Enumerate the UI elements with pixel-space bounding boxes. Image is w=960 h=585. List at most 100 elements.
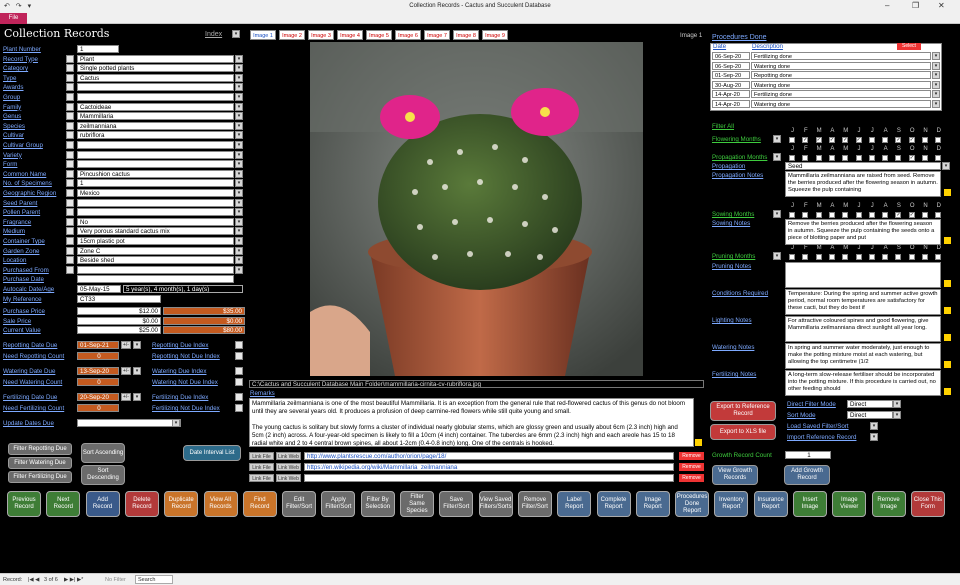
direct-filter-mode-field[interactable]: Direct — [847, 400, 893, 408]
not-due-index-checkbox[interactable] — [235, 352, 243, 360]
month-checkbox[interactable] — [895, 254, 902, 260]
month-checkbox[interactable] — [828, 155, 835, 161]
month-checkbox[interactable] — [895, 155, 902, 161]
price-value[interactable]: $0.00 — [77, 316, 161, 325]
chevron-down-icon[interactable]: ▾ — [172, 419, 180, 427]
field-value[interactable] — [77, 83, 234, 92]
field-lookup-button[interactable] — [66, 64, 74, 73]
field-lookup-button[interactable] — [66, 131, 74, 140]
field-lookup-button[interactable] — [66, 227, 74, 236]
field-lookup-button[interactable] — [66, 93, 74, 101]
bottom-action-button[interactable]: Delete Record — [124, 491, 159, 517]
close-icon[interactable]: ✕ — [938, 1, 945, 10]
month-checkbox[interactable] — [908, 254, 915, 260]
month-checkbox[interactable] — [855, 212, 862, 218]
field-value[interactable]: rubriflora — [77, 131, 234, 140]
update-dates-field[interactable] — [77, 419, 181, 427]
month-checkbox[interactable] — [935, 254, 942, 260]
field-value[interactable]: 1 — [77, 179, 234, 188]
month-checkbox[interactable]: ✓ — [842, 137, 849, 143]
field-value[interactable] — [77, 141, 234, 149]
index-label[interactable]: Index — [205, 30, 222, 39]
chevron-down-icon[interactable]: ▾ — [942, 162, 950, 170]
field-value[interactable] — [77, 265, 234, 274]
due-date-field[interactable]: 20-Sep-20 — [77, 393, 119, 401]
link-url-field[interactable] — [304, 474, 674, 482]
months-label[interactable]: Propagation Months — [712, 153, 767, 162]
month-checkbox[interactable] — [868, 254, 875, 260]
link-web-button[interactable]: Link Web — [276, 452, 301, 460]
month-checkbox[interactable]: ✓ — [908, 212, 915, 218]
field-lookup-button[interactable] — [66, 169, 74, 178]
chevron-down-icon[interactable]: ▾ — [932, 99, 940, 108]
field-lookup-button[interactable] — [66, 160, 74, 169]
bottom-action-button[interactable]: View All Records — [203, 491, 238, 517]
search-box[interactable]: Search — [135, 575, 173, 584]
month-checkbox[interactable] — [868, 155, 875, 161]
month-checkbox[interactable] — [935, 212, 942, 218]
field-value[interactable]: Single potted plants — [77, 64, 234, 73]
procedure-description[interactable]: Watering done — [751, 61, 931, 70]
chevron-down-icon[interactable]: ▾ — [235, 217, 243, 226]
month-checkbox[interactable] — [802, 155, 809, 161]
field-value[interactable]: zeilmanniana — [77, 121, 234, 130]
field-value[interactable]: Plant — [77, 54, 234, 63]
month-checkbox[interactable] — [855, 155, 862, 161]
notes-text[interactable]: Mammillaria zeilmanniana are raised from… — [785, 171, 941, 197]
notes-text[interactable]: Remove the berries produced after the fl… — [785, 219, 941, 245]
filter-indicator[interactable]: No Filter — [105, 577, 126, 583]
month-checkbox[interactable]: ✓ — [895, 137, 902, 143]
image-tab[interactable]: Image 1 — [250, 30, 276, 40]
months-label[interactable]: Flowering Months — [712, 135, 761, 144]
export-xls-button[interactable]: Export to XLS file — [710, 424, 776, 440]
chevron-down-icon[interactable]: ▾ — [235, 102, 243, 111]
image-tab[interactable]: Image 8 — [453, 30, 479, 40]
field-lookup-button[interactable] — [66, 217, 74, 226]
bottom-action-button[interactable]: Inventory Report — [714, 491, 749, 517]
field-lookup-button[interactable] — [66, 189, 74, 197]
chevron-down-icon[interactable]: ▾ — [235, 198, 243, 207]
price-value[interactable]: $25.00 — [77, 326, 161, 335]
bottom-action-button[interactable]: Insert Image — [793, 491, 827, 517]
image-tab[interactable]: Image 7 — [424, 30, 450, 40]
chevron-down-icon[interactable]: ▾ — [932, 61, 940, 70]
field-lookup-button[interactable] — [66, 121, 74, 130]
index-dropdown[interactable]: ▾ — [232, 30, 240, 38]
month-checkbox[interactable] — [842, 155, 849, 161]
price-value[interactable]: $12.00 — [77, 307, 161, 316]
bottom-action-button[interactable]: Edit Filter/Sort — [282, 491, 317, 517]
month-checkbox[interactable]: ✓ — [802, 137, 809, 143]
filter-due-button[interactable]: Filter Repotting Due — [8, 443, 72, 455]
field-value[interactable]: Beside shed — [77, 256, 234, 265]
month-checkbox[interactable] — [842, 254, 849, 260]
chevron-down-icon[interactable]: ▾ — [773, 210, 781, 218]
month-checkbox[interactable] — [789, 155, 795, 161]
filter-all-label[interactable]: Filter All — [712, 122, 734, 131]
field-lookup-button[interactable] — [66, 265, 74, 274]
field-value[interactable]: No — [77, 217, 234, 226]
month-checkbox[interactable] — [789, 212, 795, 218]
notes-text[interactable]: A long-term slow-release fertiliser shou… — [785, 370, 941, 396]
months-label[interactable]: Pruning Months — [712, 252, 755, 261]
chevron-down-icon[interactable]: ▾ — [235, 189, 243, 197]
month-checkbox[interactable] — [828, 212, 835, 218]
month-checkbox[interactable] — [815, 254, 822, 260]
field-lookup-button[interactable] — [66, 150, 74, 159]
month-checkbox[interactable] — [935, 155, 942, 161]
field-lookup-button[interactable] — [66, 102, 74, 111]
chevron-down-icon[interactable]: ▾ — [235, 227, 243, 236]
not-due-index-checkbox[interactable] — [235, 378, 243, 386]
field-value[interactable]: 1 — [77, 45, 119, 53]
due-index-checkbox[interactable] — [235, 341, 243, 349]
due-index-checkbox[interactable] — [235, 393, 243, 401]
minimize-icon[interactable]: – — [885, 1, 889, 10]
chevron-down-icon[interactable]: ▾ — [893, 411, 901, 419]
procedure-date[interactable]: 06-Sep-20 — [712, 52, 750, 60]
link-web-button[interactable]: Link Web — [276, 463, 301, 471]
month-checkbox[interactable] — [882, 254, 889, 260]
chevron-down-icon[interactable]: ▾ — [870, 422, 878, 430]
autocalc-date[interactable]: 05-May-15 — [77, 285, 121, 293]
procedure-date[interactable]: 14-Apr-20 — [712, 99, 750, 108]
field-value[interactable]: Mexico — [77, 189, 234, 197]
field-lookup-button[interactable] — [66, 208, 74, 217]
